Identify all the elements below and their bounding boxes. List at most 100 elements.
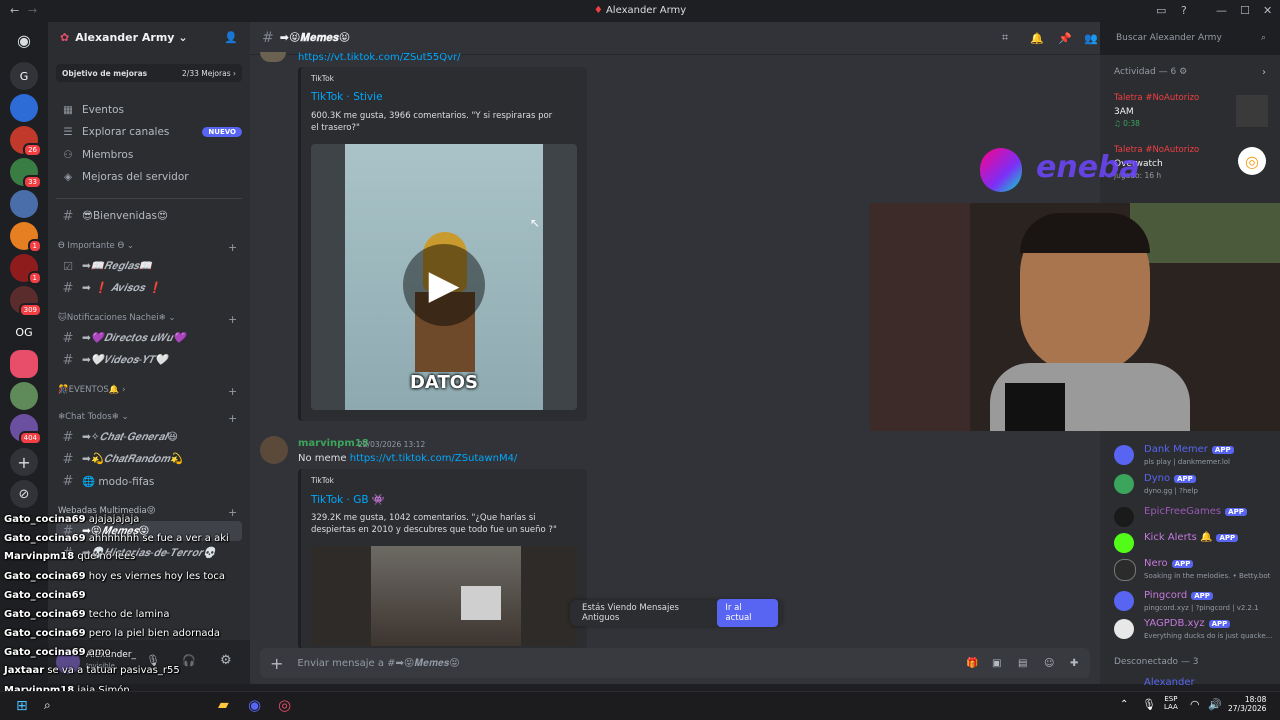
- settings-gear-icon[interactable]: ⚙: [220, 653, 232, 668]
- server-icon-9[interactable]: [10, 382, 38, 410]
- add-attachment-icon[interactable]: +: [270, 654, 283, 673]
- embed-title[interactable]: TikTok · Stivie: [311, 91, 383, 103]
- pin-icon[interactable]: 📌: [1058, 32, 1072, 45]
- server-icon-1[interactable]: [10, 94, 38, 122]
- chat-overlay-user: Gato_cocina69: [4, 647, 86, 658]
- windows-start-icon[interactable]: ⊞: [16, 698, 28, 714]
- minimize-icon[interactable]: —: [1216, 4, 1227, 17]
- add-server-icon[interactable]: +: [10, 448, 38, 476]
- channel-avisos[interactable]: # ➡ ❗ 𝑨𝒗𝒊𝒔𝒐𝒔 ❗: [56, 278, 242, 298]
- chat-overlay-user: Jaxtaar: [4, 665, 45, 676]
- member-row[interactable]: Nero APP Soaking in the melodies. • Betty.…: [1108, 555, 1278, 585]
- play-icon[interactable]: ▶: [403, 244, 485, 326]
- headset-icon[interactable]: 🎧: [182, 654, 196, 667]
- jump-to-present-button[interactable]: Ir al actual: [717, 599, 778, 627]
- guild-header[interactable]: ✿ Alexander Army ⌄ 👤: [48, 22, 250, 52]
- maximize-icon[interactable]: ☐: [1240, 4, 1250, 17]
- member-row[interactable]: Dyno APP dyno.gg | ?help: [1108, 470, 1278, 500]
- activity-user[interactable]: Taletra #NoAutorizo: [1114, 93, 1199, 103]
- server-icon-2[interactable]: 26: [10, 126, 42, 157]
- eneba-logo: eneba: [1036, 150, 1140, 185]
- tiktok-embed: TikTok TikTok · Stivie 600.3K me gusta, …: [298, 67, 587, 421]
- category-eventos[interactable]: 🎊EVENTOS🔔 › +: [58, 385, 244, 398]
- language-indicator[interactable]: ESP LAA: [1164, 695, 1178, 711]
- channel-directos[interactable]: # ➡💜𝑫𝒊𝒓𝒆𝒄𝒕𝒐𝒔 𝒖𝑾𝒖💜: [56, 328, 242, 348]
- message-timestamp: 22/03/2026 13:12: [358, 440, 426, 449]
- app-taskbar-icon[interactable]: ◎: [278, 696, 291, 714]
- channel-reglas[interactable]: ☑ ➡📖𝑹𝒆𝒈𝒍𝒂𝒔📖: [56, 256, 242, 276]
- help-icon[interactable]: ?: [1181, 4, 1187, 17]
- category-notificaciones[interactable]: 🐱Notificaciones Nachei❄ ⌄ +: [58, 313, 244, 326]
- server-g[interactable]: G: [10, 62, 38, 90]
- browse-icon: ☰: [63, 126, 73, 138]
- close-icon[interactable]: ✕: [1263, 4, 1272, 17]
- member-name[interactable]: Alexander: [1144, 677, 1195, 688]
- boost-goal[interactable]: Objetivo de mejoras 2/33 Mejoras ›: [56, 64, 242, 82]
- member-row[interactable]: Pingcord APP pingcord.xyz | ?pingcord | v2…: [1108, 587, 1278, 617]
- add-channel-icon[interactable]: +: [228, 241, 237, 254]
- embed-title[interactable]: TikTok · GB 👾: [311, 493, 385, 506]
- nav-eventos[interactable]: ▦ Eventos: [56, 100, 242, 120]
- chat-overlay-user: Gato_cocina69: [4, 533, 86, 544]
- wifi-icon[interactable]: ◠: [1190, 698, 1200, 711]
- chat-overlay-user: Gato_cocina69: [4, 571, 86, 582]
- message-link[interactable]: https://vt.tiktok.com/ZSutawnM4/: [350, 453, 518, 464]
- emoji-icon[interactable]: ☺: [1044, 658, 1054, 669]
- inbox-icon[interactable]: ▭: [1156, 4, 1166, 17]
- server-rail: ◉ G 26 33 1 1 309 OG 404 + ⊘: [0, 22, 48, 684]
- discord-taskbar-icon[interactable]: ◉: [248, 696, 261, 714]
- mic-icon[interactable]: 🎙: [1142, 698, 1156, 711]
- discover-icon[interactable]: ⊘: [10, 480, 38, 508]
- chevron-up-icon[interactable]: ⌃: [1120, 699, 1128, 710]
- server-icon-alexander[interactable]: [10, 350, 38, 378]
- channel-chat-general[interactable]: # ➡✧𝑪𝒉𝒂𝒕-𝑮𝒆𝒏𝒆𝒓𝒂𝒍😆: [56, 427, 242, 447]
- file-explorer-icon[interactable]: ▰: [218, 697, 229, 713]
- channel-videos[interactable]: # ➡🤍𝑽𝒊𝒅𝒆𝒐𝒔-𝒀𝑻🤍: [56, 350, 242, 370]
- message-composer[interactable]: + Enviar mensaje a #➡😝𝑴𝒆𝒎𝒆𝒔😝 🎁 ▣ ▤ ☺ ✚: [260, 648, 1090, 678]
- add-channel-icon[interactable]: +: [228, 313, 237, 326]
- member-row[interactable]: YAGPDB.xyz APP Everything ducks do is just…: [1108, 615, 1278, 645]
- video-thumbnail[interactable]: [311, 546, 577, 646]
- video-thumbnail[interactable]: ▶ DATOS: [311, 144, 577, 410]
- bell-icon[interactable]: 🔔: [1030, 32, 1044, 45]
- nav-mejoras[interactable]: ◈ Mejoras del servidor: [56, 167, 242, 187]
- add-channel-icon[interactable]: +: [228, 385, 237, 398]
- clock[interactable]: 18:08 27/3/2026: [1228, 695, 1266, 713]
- search-input[interactable]: Buscar Alexander Army ⌕: [1110, 29, 1272, 47]
- chevron-right-icon[interactable]: ›: [1262, 67, 1266, 78]
- nav-explorar[interactable]: ☰ Explorar canales NUEVO: [56, 122, 242, 142]
- guild-icon: ✿: [60, 30, 70, 44]
- channel-chat-random[interactable]: # ➡💫𝑪𝒉𝒂𝒕𝑹𝒂𝒏𝒅𝒐𝒎💫: [56, 449, 242, 469]
- discord-home-icon[interactable]: ◉: [10, 26, 38, 54]
- server-icon-4[interactable]: [10, 190, 38, 218]
- gift-icon[interactable]: 🎁: [966, 658, 978, 669]
- threads-icon[interactable]: ⌗: [1002, 31, 1008, 45]
- server-icon-3[interactable]: 33: [10, 158, 42, 189]
- server-icon-7[interactable]: 309: [10, 286, 42, 317]
- gif-icon[interactable]: ▣: [992, 658, 1001, 669]
- overwatch-icon: ◎: [1238, 147, 1266, 175]
- add-member-icon[interactable]: 👤: [224, 31, 238, 44]
- member-row[interactable]: Dank Memer APP pls play | dankmemer.lol: [1108, 441, 1278, 471]
- category-chat[interactable]: ❄Chat Todos❄ ⌄ +: [58, 412, 244, 425]
- search-icon[interactable]: ⌕: [44, 698, 51, 713]
- nav-miembros[interactable]: ⚇ Miembros: [56, 145, 242, 165]
- server-icon-5[interactable]: 1: [10, 222, 42, 253]
- volume-icon[interactable]: 🔊: [1208, 698, 1222, 711]
- avatar[interactable]: [260, 436, 288, 464]
- channel-bienvenidas[interactable]: # 😎Bienvenidas😍: [56, 206, 242, 226]
- member-list-icon[interactable]: 👥: [1084, 32, 1098, 45]
- server-og[interactable]: OG: [10, 318, 38, 346]
- chat-overlay-text: se va a tatuar pasivas_r55: [47, 665, 180, 676]
- apps-icon[interactable]: ✚: [1070, 658, 1078, 669]
- message-link[interactable]: https://vt.tiktok.com/ZSut55Qvr/: [298, 52, 461, 63]
- category-importante[interactable]: ϴ Importante ϴ ⌄ +: [58, 241, 244, 254]
- server-icon-6[interactable]: 1: [10, 254, 42, 285]
- avatar[interactable]: [260, 52, 286, 62]
- sticker-icon[interactable]: ▤: [1018, 658, 1027, 669]
- channel-modo-fifas[interactable]: # 🌐 modo-fifas: [56, 471, 242, 491]
- message-input[interactable]: Enviar mensaje a #➡😝𝑴𝒆𝒎𝒆𝒔😝: [297, 658, 459, 669]
- add-channel-icon[interactable]: +: [228, 506, 237, 519]
- add-channel-icon[interactable]: +: [228, 412, 237, 425]
- server-icon-10[interactable]: 404: [10, 414, 42, 445]
